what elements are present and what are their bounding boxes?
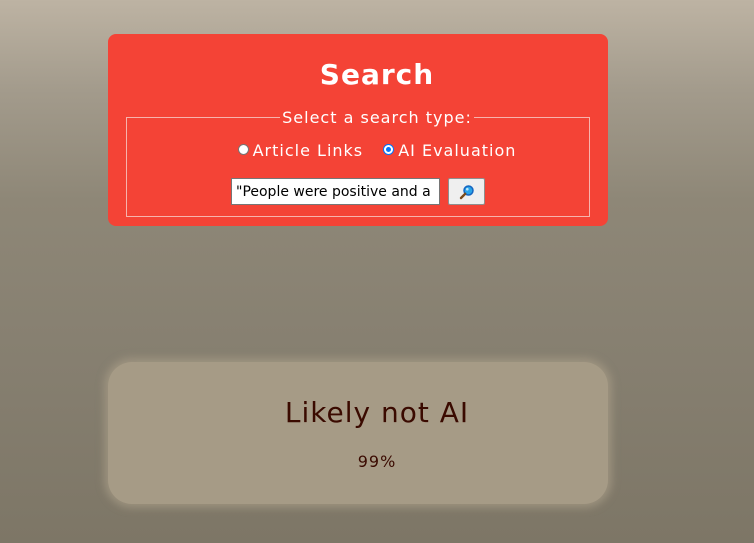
search-type-options: Article Links AI Evaluation [0,141,754,161]
radio-ai-evaluation-label: AI Evaluation [398,141,517,160]
result-score: 99% [357,452,397,471]
radio-ai-evaluation[interactable]: AI Evaluation [383,141,516,161]
radio-article-links-label: Article Links [252,141,364,160]
radio-article-links-button[interactable] [237,144,249,155]
search-button[interactable] [448,178,485,205]
search-title: Search [319,58,435,91]
result-verdict: Likely not AI [284,396,470,429]
radio-ai-evaluation-button[interactable] [383,144,395,155]
search-input[interactable] [231,178,440,205]
result-panel [108,362,608,504]
magnifying-glass-icon [459,184,474,199]
radio-article-links[interactable]: Article Links [237,141,364,161]
